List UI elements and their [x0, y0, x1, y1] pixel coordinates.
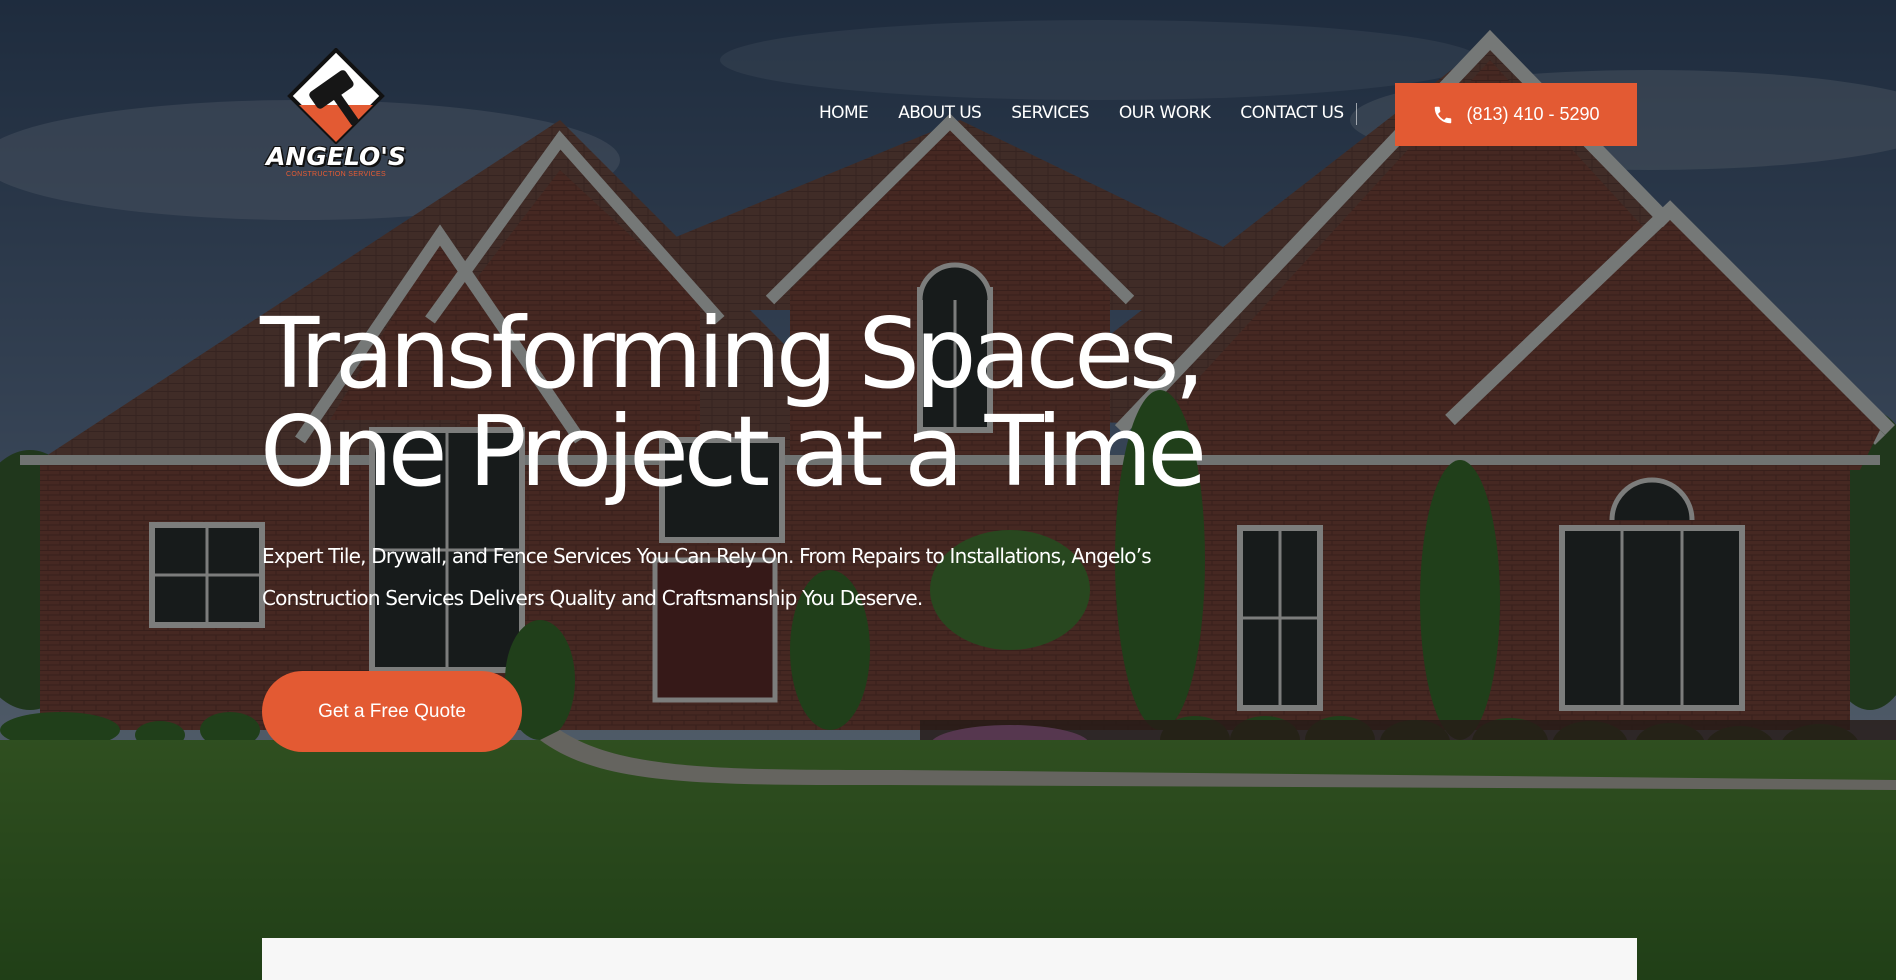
phone-number: (813) 410 - 5290 [1466, 104, 1600, 124]
brand-tagline: CONSTRUCTION SERVICES [286, 171, 386, 178]
nav-home[interactable]: HOME [819, 100, 869, 126]
hero-headline-line-2: One Project at a Time [260, 395, 1207, 508]
brand-logo[interactable]: ANGELO'S CONSTRUCTION SERVICES [262, 47, 410, 182]
hero-subheading: Expert Tile, Drywall, and Fence Services… [262, 544, 1152, 610]
content-panel-top [262, 938, 1637, 980]
hammer-logo-icon [287, 47, 385, 145]
get-free-quote-button[interactable]: Get a Free Quote [262, 671, 522, 752]
nav-about-us[interactable]: ABOUT US [898, 100, 982, 126]
nav-divider [1356, 103, 1357, 125]
main-nav: HOME ABOUT US SERVICES OUR WORK CONTACT … [819, 100, 1344, 126]
phone-icon [1435, 106, 1452, 123]
hero-headline: Transforming Spaces, One Project at a Ti… [260, 297, 1207, 508]
hero-headline-line-1: Transforming Spaces, [260, 297, 1205, 410]
nav-services[interactable]: SERVICES [1011, 100, 1089, 126]
brand-name: ANGELO'S [266, 142, 406, 171]
nav-our-work[interactable]: OUR WORK [1119, 100, 1211, 126]
phone-button[interactable]: (813) 410 - 5290 [1395, 83, 1637, 146]
nav-contact-us[interactable]: CONTACT US [1240, 100, 1344, 126]
